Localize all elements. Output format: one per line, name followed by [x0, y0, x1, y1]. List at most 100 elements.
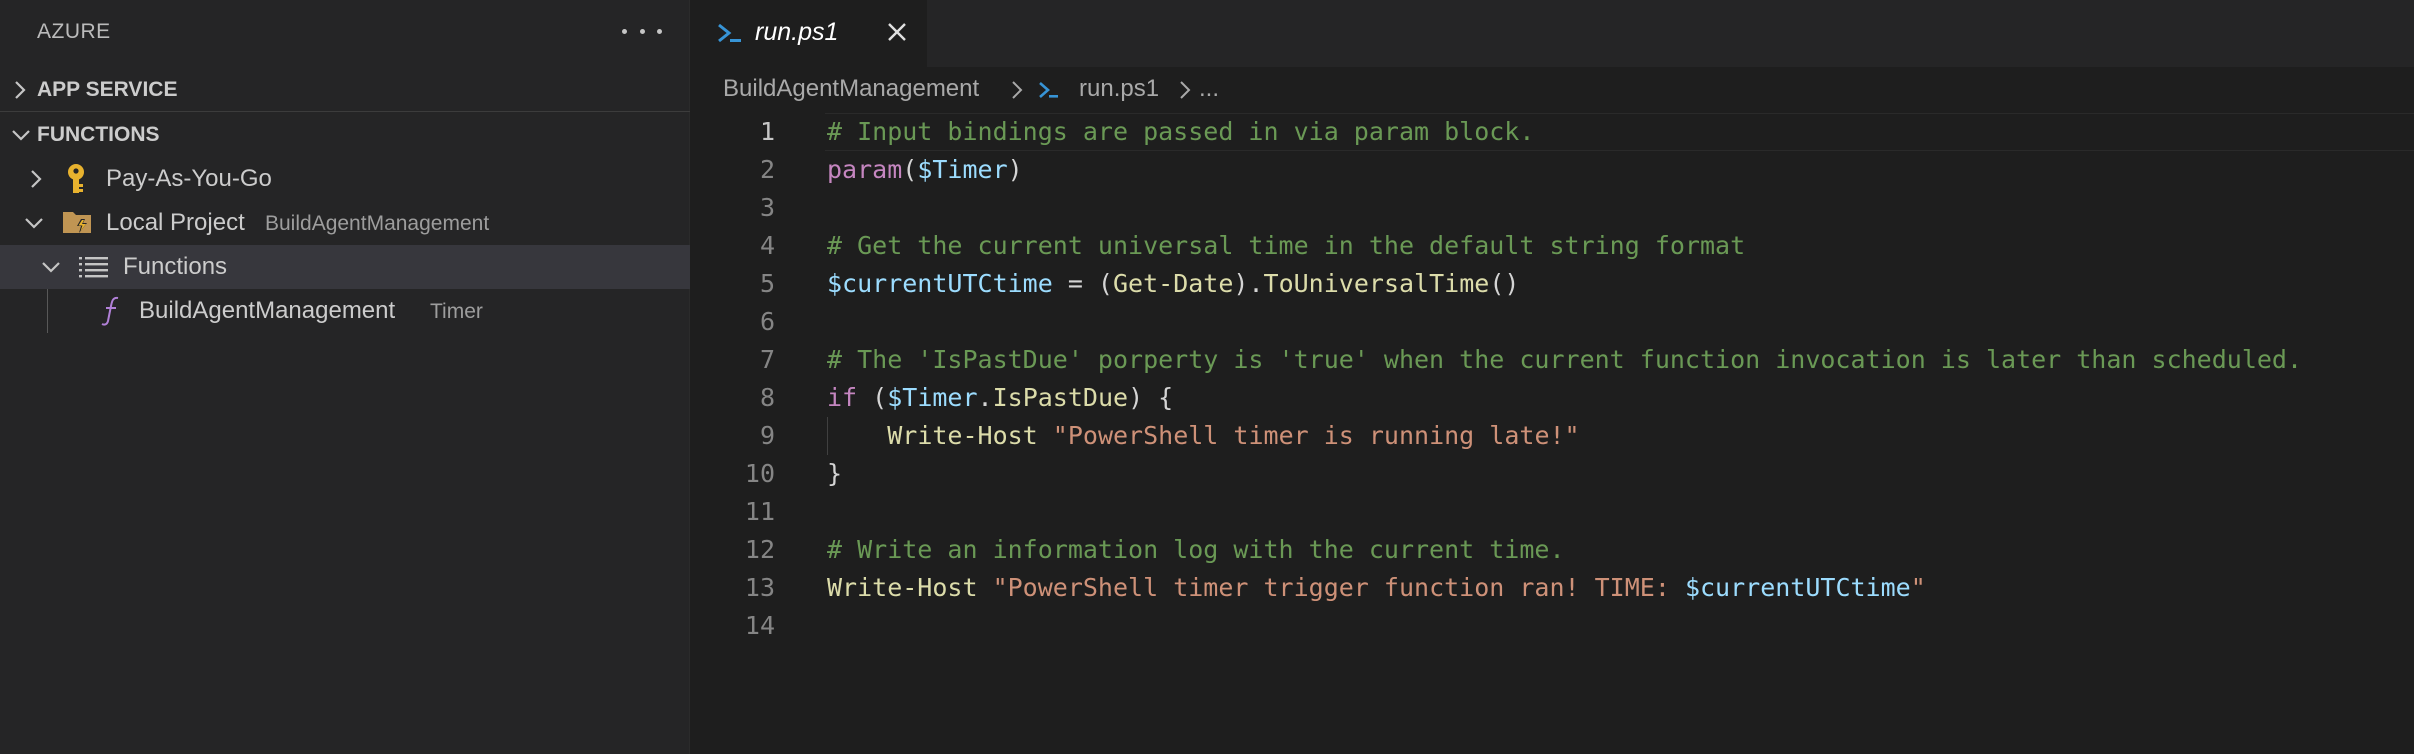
code-text: Write-Host "PowerShell timer trigger fun… [827, 569, 1926, 607]
code-text: Write-Host "PowerShell timer is running … [827, 417, 1580, 455]
line-number: 6 [759, 307, 775, 336]
breadcrumb-more[interactable]: ... [1199, 75, 1219, 103]
sidebar-title: AZURE [37, 20, 111, 43]
code-line[interactable]: 11 [690, 493, 2414, 531]
line-number: 12 [744, 535, 775, 564]
chevron-down-icon [12, 130, 30, 141]
tree-item-functions[interactable]: Functions [0, 245, 690, 289]
line-number: 13 [744, 573, 775, 602]
code-token: param [827, 155, 903, 184]
section-app-service[interactable]: APP SERVICE [0, 70, 690, 110]
tree-item-local-project[interactable]: Local Project BuildAgentManagement [0, 201, 690, 245]
breadcrumb-folder[interactable]: BuildAgentManagement [723, 75, 979, 103]
key-icon [68, 164, 84, 193]
powershell-icon [1039, 82, 1058, 98]
code-line[interactable]: 1 # Input bindings are passed in via para… [690, 113, 2414, 151]
code-line[interactable]: 8 if ($Timer.IsPastDue) { [690, 379, 2414, 417]
code-token: . [977, 383, 993, 412]
code-token: $currentUTCtime [1684, 573, 1911, 602]
code-token: ( [857, 383, 888, 412]
code-line[interactable]: 14 [690, 607, 2414, 645]
powershell-icon [718, 23, 741, 43]
tree-item-function[interactable]: BuildAgentManagement Timer [0, 289, 690, 333]
code-line[interactable]: 5 $currentUTCtime = (Get-Date).ToUniversa… [690, 265, 2414, 303]
tree-item-label: BuildAgentManagement [139, 297, 396, 324]
line-number: 1 [759, 117, 775, 146]
code-token: "PowerShell timer is running late!" [1052, 421, 1580, 450]
tab-run-ps1[interactable]: run.ps1 [690, 0, 927, 67]
code-token: $currentUTCtime [827, 269, 1053, 298]
code-token: # Input bindings are passed in via param… [827, 117, 1535, 146]
function-icon [101, 296, 119, 326]
tree-item-label: Local Project [106, 209, 245, 236]
azure-sidebar: AZURE APP SERVICE FUNCTIONS Pay-As-You-G… [0, 0, 690, 754]
section-label: FUNCTIONS [37, 123, 160, 146]
code-line[interactable]: 12 # Write an information log with the cu… [690, 531, 2414, 569]
code-line[interactable]: 6 [690, 303, 2414, 341]
code-token: IsPastDue [992, 383, 1129, 412]
tree-item-description: BuildAgentManagement [265, 212, 490, 235]
code-text: } [827, 455, 842, 493]
code-text: $currentUTCtime = (Get-Date).ToUniversal… [827, 265, 1519, 303]
code-editor[interactable]: 1 # Input bindings are passed in via para… [690, 113, 2414, 645]
code-text: # The 'IsPastDue' porperty is 'true' whe… [827, 341, 2302, 379]
code-line[interactable]: 2 param($Timer) [690, 151, 2414, 189]
close-icon[interactable] [886, 21, 908, 43]
editor-area: run.ps1 BuildAgentManagement run.ps1 ...… [690, 0, 2414, 754]
tree-item-description: Timer [430, 300, 483, 323]
code-line[interactable]: 10} [690, 455, 2414, 493]
tree-item-subscription[interactable]: Pay-As-You-Go [0, 157, 690, 201]
list-icon [79, 257, 108, 278]
code-token: if [827, 383, 858, 412]
code-line[interactable]: 9 Write-Host "PowerShell timer is runnin… [690, 417, 2414, 455]
chevron-down-icon [25, 218, 43, 229]
code-line[interactable]: 7 # The 'IsPastDue' porperty is 'true' wh… [690, 341, 2414, 379]
code-line[interactable]: 4 # Get the current universal time in the… [690, 227, 2414, 265]
code-token: ) { [1128, 383, 1174, 412]
code-token: # Write an information log with the curr… [827, 535, 1565, 564]
breadcrumb-file[interactable]: run.ps1 [1079, 75, 1159, 103]
chevron-right-icon [1180, 81, 1191, 99]
code-token: "PowerShell timer trigger function ran! … [992, 573, 1685, 602]
tree-item-label: Functions [123, 253, 228, 280]
code-text: param($Timer) [827, 151, 1023, 189]
line-number: 10 [744, 459, 775, 488]
code-token: ToUniversalTime [1263, 269, 1490, 298]
code-token: " [1910, 573, 1926, 602]
code-text: # Input bindings are passed in via param… [827, 113, 1534, 151]
breadcrumb: BuildAgentManagement run.ps1 ... [690, 67, 2414, 113]
chevron-down-icon [42, 262, 60, 273]
line-number: 8 [759, 383, 775, 412]
code-token: # Get the current universal time in the … [827, 231, 1746, 260]
code-token: ) [1007, 155, 1023, 184]
code-token: $Timer [887, 383, 978, 412]
tab-bar: run.ps1 [690, 0, 2414, 67]
code-token: $Timer [917, 155, 1008, 184]
line-number: 3 [759, 193, 775, 222]
chevron-right-icon [31, 170, 42, 188]
code-token: = ( [1052, 269, 1113, 298]
code-line[interactable]: 13 Write-Host "PowerShell timer trigger f… [690, 569, 2414, 607]
tab-label: run.ps1 [755, 18, 839, 46]
folder-function-icon [63, 212, 91, 233]
line-number: 4 [759, 231, 775, 260]
code-token: Write-Host [827, 573, 978, 602]
code-text: if ($Timer.IsPastDue) { [827, 379, 1173, 417]
tree-item-label: Pay-As-You-Go [106, 165, 272, 192]
section-functions[interactable]: FUNCTIONS [0, 115, 690, 155]
section-label: APP SERVICE [37, 78, 178, 101]
code-text: # Write an information log with the curr… [827, 531, 1565, 569]
line-number: 11 [744, 497, 775, 526]
line-number: 9 [759, 421, 775, 450]
code-token: () [1489, 269, 1520, 298]
ellipsis-icon[interactable] [622, 16, 662, 46]
code-token: } [827, 459, 843, 488]
code-line[interactable]: 3 [690, 189, 2414, 227]
code-token: Write-Host [887, 421, 1038, 450]
code-token: ). [1233, 269, 1264, 298]
code-token: Get-Date [1113, 269, 1234, 298]
code-token: ( [902, 155, 918, 184]
section-divider [0, 111, 690, 112]
